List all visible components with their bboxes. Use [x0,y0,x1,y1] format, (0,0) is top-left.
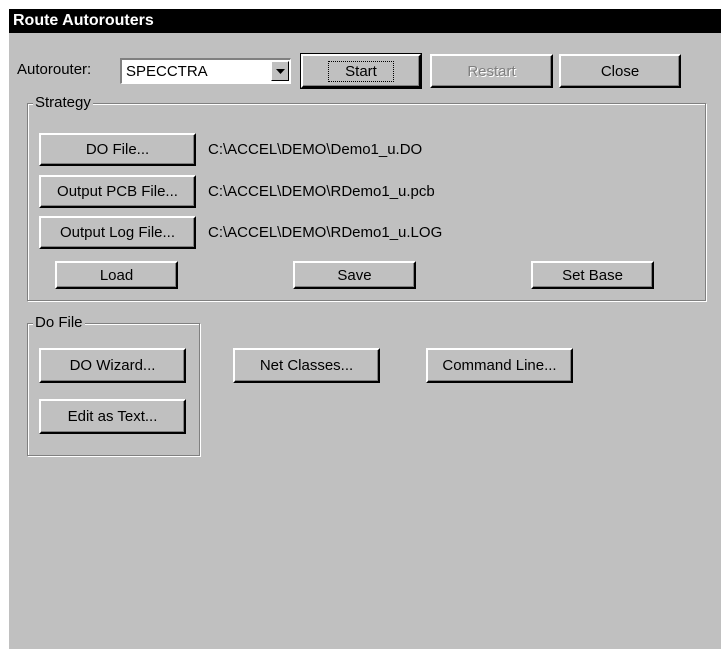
autorouter-select-value: SPECCTRA [126,63,208,80]
output-log-file-path: C:\ACCEL\DEMO\RDemo1_u.LOG [208,224,443,241]
do-file-path: C:\ACCEL\DEMO\Demo1_u.DO [208,141,423,158]
restart-button-label: Restart [467,62,516,80]
output-log-file-button-label: Output Log File... [59,224,176,241]
output-pcb-file-path: C:\ACCEL\DEMO\RDemo1_u.pcb [208,183,435,200]
do-wizard-button[interactable]: DO Wizard... [39,348,186,383]
do-file-group [27,323,200,456]
net-classes-button-label: Net Classes... [259,357,354,374]
autorouter-select[interactable]: SPECCTRA [120,58,291,84]
load-button[interactable]: Load [55,261,178,289]
edit-as-text-button[interactable]: Edit as Text... [39,399,186,434]
route-autorouters-dialog: Route Autorouters Autorouter: SPECCTRA S… [8,8,721,649]
do-file-button-label: DO File... [85,141,150,158]
command-line-button[interactable]: Command Line... [426,348,573,383]
start-button-label: Start [328,60,394,82]
do-file-button[interactable]: DO File... [39,133,196,166]
save-button[interactable]: Save [293,261,416,289]
output-log-file-button[interactable]: Output Log File... [39,216,196,249]
save-button-label: Save [337,266,372,284]
autorouter-label: Autorouter: [17,61,92,78]
dialog-title: Route Autorouters [9,9,721,33]
edit-as-text-button-label: Edit as Text... [67,408,158,425]
do-file-group-title: Do File [33,314,85,331]
do-wizard-button-label: DO Wizard... [69,357,156,374]
output-pcb-file-button[interactable]: Output PCB File... [39,175,196,208]
set-base-button-label: Set Base [562,266,623,284]
start-button[interactable]: Start [300,53,422,89]
net-classes-button[interactable]: Net Classes... [233,348,380,383]
output-pcb-file-button-label: Output PCB File... [57,183,178,200]
close-button[interactable]: Close [559,54,681,88]
restart-button[interactable]: Restart [430,54,553,88]
dropdown-arrow-button[interactable] [271,61,289,81]
triangle-down-icon [275,68,285,74]
set-base-button[interactable]: Set Base [531,261,654,289]
close-button-label: Close [600,62,640,80]
strategy-group-title: Strategy [33,94,93,111]
load-button-label: Load [99,266,134,284]
command-line-button-label: Command Line... [442,357,557,374]
